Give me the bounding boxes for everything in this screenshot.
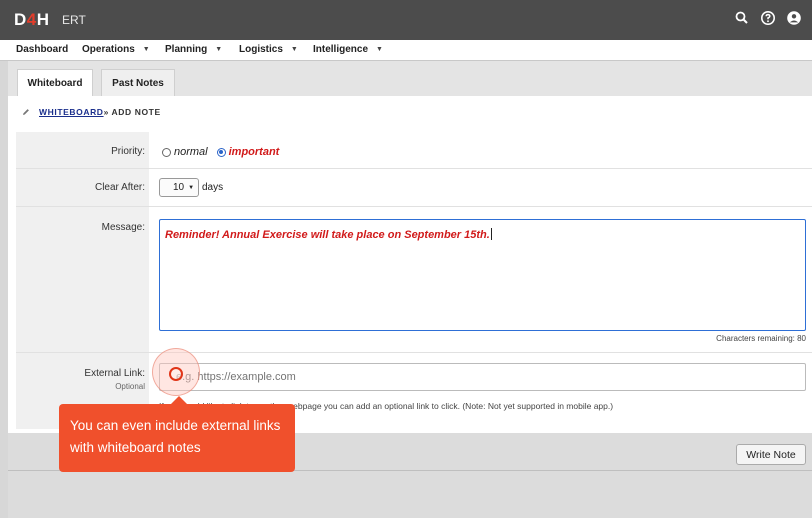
breadcrumb-whiteboard-link[interactable]: WHITEBOARD (39, 107, 104, 117)
priority-normal-label[interactable]: normal (174, 146, 208, 158)
external-link-input[interactable] (159, 363, 806, 391)
logo-letter-4: 4 (26, 10, 37, 29)
message-text: Reminder! Annual Exercise will take plac… (165, 229, 490, 241)
clear-after-unit: days (202, 182, 224, 193)
clear-after-select[interactable]: 10 ▼ (159, 178, 199, 197)
external-link-sublabel: Optional (115, 382, 145, 391)
menu-operations[interactable]: Operations ▼ (82, 44, 150, 55)
menu-intelligence[interactable]: Intelligence ▼ (313, 44, 383, 55)
priority-important-label[interactable]: important (229, 146, 280, 158)
click-indicator (169, 367, 183, 381)
caret-down-icon: ▼ (376, 46, 383, 53)
priority-important-radio[interactable] (216, 147, 226, 157)
write-note-button[interactable]: Write Note (736, 444, 806, 465)
priority-label: Priority: (111, 146, 145, 157)
row-divider (16, 352, 812, 353)
external-link-label: External Link: (84, 368, 145, 379)
clear-after-value: 10 (173, 182, 185, 193)
menu-planning-label: Planning (165, 44, 208, 55)
user-icon[interactable] (786, 10, 802, 26)
help-icon[interactable] (760, 10, 776, 26)
menu-intelligence-label: Intelligence (313, 44, 369, 55)
search-icon[interactable] (734, 10, 750, 26)
menu-dashboard-label: Dashboard (16, 44, 69, 55)
top-bar: D4H ERT (0, 0, 812, 40)
characters-remaining: Characters remaining: 80 (716, 334, 806, 343)
breadcrumb-current: » ADD NOTE (103, 107, 161, 117)
app-name: ERT (62, 13, 86, 27)
row-divider (16, 206, 812, 207)
tab-strip: Whiteboard Past Notes (8, 61, 812, 96)
add-note-panel: WHITEBOARD » ADD NOTE Priority: Clear Af… (8, 96, 812, 433)
pencil-icon (23, 109, 29, 115)
tab-past-notes[interactable]: Past Notes (101, 69, 175, 96)
logo-letter-d: D (14, 10, 27, 29)
text-cursor (490, 228, 492, 240)
header-icons (734, 10, 802, 26)
tab-whiteboard[interactable]: Whiteboard (17, 69, 93, 96)
caret-down-icon: ▼ (290, 46, 298, 53)
app-logo[interactable]: D4H (14, 10, 50, 30)
caret-down-icon: ▼ (188, 184, 195, 191)
clear-after-label: Clear After: (94, 182, 145, 193)
message-textarea[interactable]: Reminder! Annual Exercise will take plac… (159, 219, 806, 331)
breadcrumb: WHITEBOARD » ADD NOTE (22, 107, 161, 117)
menu-logistics[interactable]: Logistics ▼ (239, 44, 298, 55)
menu-planning[interactable]: Planning ▼ (165, 44, 222, 55)
menu-operations-label: Operations (82, 44, 135, 55)
tutorial-callout: You can even include external links with… (59, 396, 295, 472)
message-label: Message: (101, 222, 145, 233)
caret-down-icon: ▼ (215, 46, 223, 53)
priority-normal-radio[interactable] (162, 147, 171, 157)
logo-letter-h: H (36, 10, 50, 29)
form-label-column: Priority: Clear After: Message: External… (16, 132, 149, 429)
caret-down-icon: ▼ (142, 46, 150, 53)
main-menu: Dashboard Operations ▼ Planning ▼ Logistic… (0, 40, 812, 61)
menu-logistics-label: Logistics (239, 44, 283, 55)
priority-radio-group: normal important (162, 146, 279, 158)
row-divider (16, 168, 812, 169)
menu-dashboard[interactable]: Dashboard (16, 44, 68, 55)
